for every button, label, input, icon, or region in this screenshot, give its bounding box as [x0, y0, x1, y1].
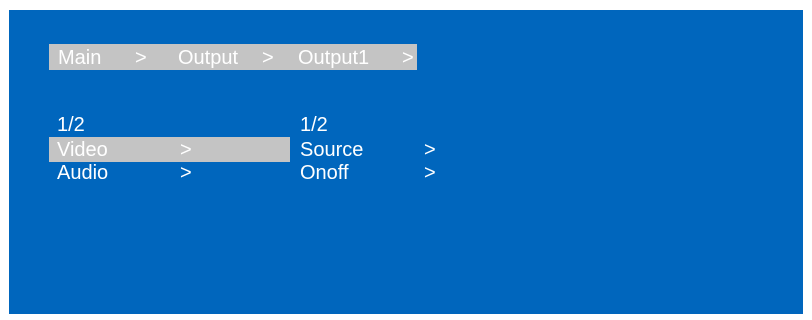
menu-item-label: Onoff	[300, 162, 349, 184]
breadcrumb-item-output[interactable]: Output	[178, 47, 238, 69]
menu-item-onoff[interactable]: Onoff >	[300, 162, 460, 184]
menu-item-label: Audio	[57, 162, 109, 184]
osd-screen: Main > Output > Output1 > 1/2 Video > Au…	[9, 10, 803, 314]
chevron-right-icon: >	[424, 162, 436, 184]
menu-item-label: Source	[300, 139, 364, 161]
menu-item-label: Video	[57, 139, 108, 161]
breadcrumb-separator: >	[262, 47, 274, 69]
breadcrumb-item-output1[interactable]: Output1	[298, 47, 369, 69]
breadcrumb-separator: >	[135, 47, 147, 69]
menu-item-audio[interactable]: Audio >	[49, 162, 290, 184]
chevron-right-icon: >	[180, 139, 192, 161]
menu-item-video[interactable]: Video >	[49, 137, 290, 162]
menu-item-source[interactable]: Source >	[300, 139, 460, 161]
chevron-right-icon: >	[424, 139, 436, 161]
breadcrumb-item-main[interactable]: Main	[58, 47, 101, 69]
breadcrumb: Main > Output > Output1 >	[49, 44, 417, 70]
breadcrumb-separator: >	[402, 47, 414, 69]
chevron-right-icon: >	[180, 162, 192, 184]
